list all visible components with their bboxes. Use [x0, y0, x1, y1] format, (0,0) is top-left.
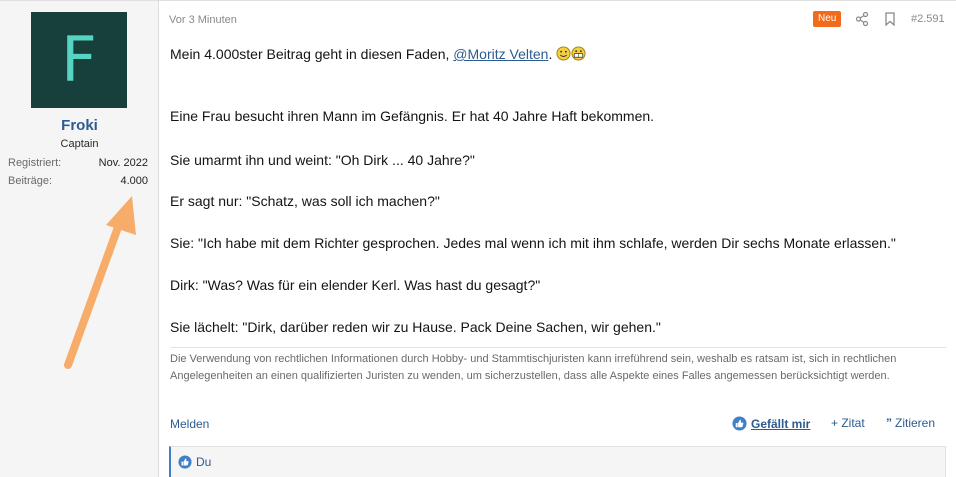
signature: Die Verwendung von rechtlichen Informati…	[170, 353, 897, 382]
like-label[interactable]: Gefällt mir	[751, 417, 810, 431]
post-intro: Mein 4.000ster Beitrag geht in diesen Fa…	[170, 45, 586, 63]
grin-icon	[571, 46, 586, 61]
post-paragraph: Eine Frau besucht ihren Mann im Gefängni…	[170, 108, 655, 124]
post-paragraph: Sie umarmt ihn und weint: "Oh Dirk ... 4…	[170, 152, 475, 168]
report-link[interactable]: Melden	[170, 417, 209, 431]
intro-text: Mein 4.000ster Beitrag geht in diesen Fa…	[170, 46, 454, 62]
reaction-users[interactable]: Du	[196, 455, 211, 469]
smile-icon	[556, 46, 571, 61]
bookmark-icon[interactable]	[883, 11, 897, 27]
quote-plus-button[interactable]: + Zitat	[831, 416, 865, 430]
arrow-annotation	[64, 196, 136, 369]
post-main: Vor 3 Minuten Neu #2.591 Mein 4.000ster …	[160, 1, 956, 477]
post-paragraph: Er sagt nur: "Schatz, was soll ich mache…	[170, 193, 440, 209]
reaction-bar[interactable]: Du	[169, 446, 946, 477]
post-paragraph: Sie lächelt: "Dirk, darüber reden wir zu…	[170, 319, 661, 335]
post-paragraph: Sie: "Ich habe mit dem Richter gesproche…	[170, 235, 896, 251]
post-number[interactable]: #2.591	[911, 13, 945, 25]
signature-divider	[170, 347, 946, 348]
user-mention-link[interactable]: @Moritz Velten	[453, 46, 548, 62]
share-icon[interactable]	[855, 11, 869, 27]
post-paragraph: Dirk: "Was? Was für ein elender Kerl. Wa…	[170, 277, 541, 293]
intro-suffix: .	[548, 46, 553, 62]
quote-button[interactable]: ” Zitieren	[886, 416, 935, 430]
forum-post: F Froki Captain Registriert: Nov. 2022 B…	[0, 0, 956, 477]
like-button[interactable]: Gefällt mir	[732, 416, 810, 431]
quote-label[interactable]: Zitieren	[895, 416, 935, 430]
like-icon	[732, 416, 747, 431]
quote-icon: ”	[886, 416, 892, 430]
like-icon	[178, 455, 192, 469]
post-time[interactable]: Vor 3 Minuten	[169, 14, 237, 26]
new-badge: Neu	[813, 11, 842, 27]
